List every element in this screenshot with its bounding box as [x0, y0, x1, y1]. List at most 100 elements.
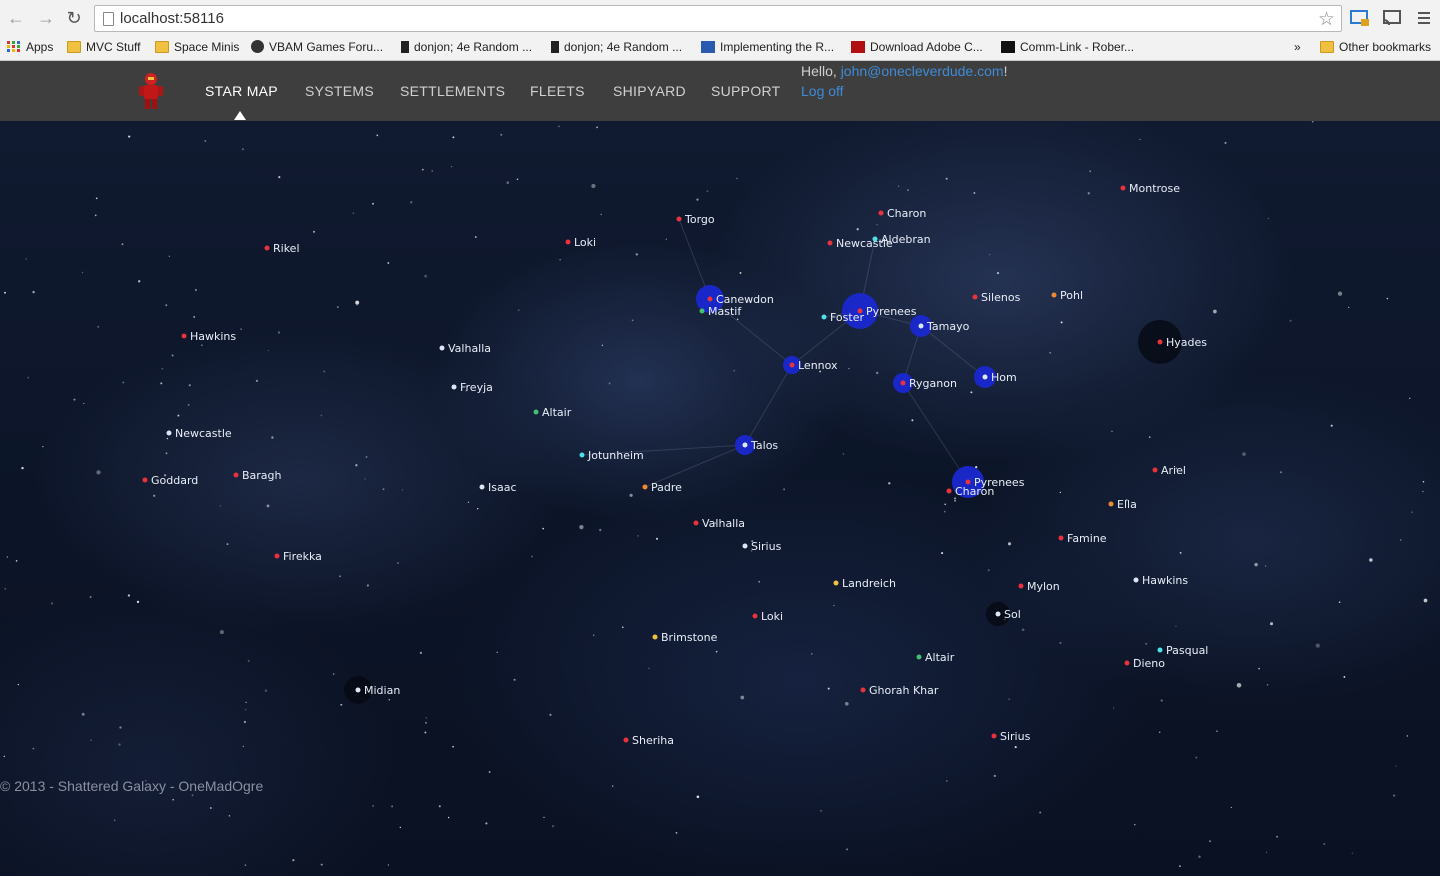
system-dot[interactable] [900, 380, 906, 386]
system-label[interactable]: Charon [887, 207, 926, 220]
system-dot[interactable] [1152, 467, 1158, 473]
system-dot[interactable] [916, 654, 922, 660]
star-system[interactable]: Sirius [991, 730, 1031, 743]
bookmark-vbam[interactable]: VBAM Games Foru... [251, 38, 383, 56]
system-label[interactable]: Hom [991, 371, 1017, 384]
system-dot[interactable] [693, 520, 699, 526]
system-label[interactable]: Hawkins [1142, 574, 1188, 587]
system-dot[interactable] [274, 553, 280, 559]
star-system[interactable]: Hawkins [1133, 574, 1189, 587]
system-dot[interactable] [1157, 339, 1163, 345]
star-system[interactable]: Valhalla [693, 517, 746, 530]
star-system[interactable]: Silenos [972, 291, 1021, 304]
logoff-link[interactable]: Log off [801, 83, 844, 99]
system-label[interactable]: Foster [830, 311, 864, 324]
bookmark-donjon-1[interactable]: donjon; 4e Random ... [401, 38, 532, 56]
system-dot[interactable] [264, 245, 270, 251]
system-dot[interactable] [752, 613, 758, 619]
system-dot[interactable] [821, 314, 827, 320]
star-system[interactable]: Firekka [274, 550, 322, 563]
system-dot[interactable] [878, 210, 884, 216]
system-dot[interactable] [623, 737, 629, 743]
system-label[interactable]: Goddard [151, 474, 198, 487]
star-system[interactable]: Jotunheim [579, 449, 644, 462]
system-dot[interactable] [1124, 660, 1130, 666]
system-dot[interactable] [1120, 185, 1126, 191]
nav-shipyard[interactable]: SHIPYARD [613, 83, 686, 99]
system-dot[interactable] [946, 488, 952, 494]
nav-systems[interactable]: SYSTEMS [305, 83, 374, 99]
bookmark-donjon-2[interactable]: donjon; 4e Random ... [551, 38, 682, 56]
system-label[interactable]: Firekka [283, 550, 322, 563]
system-dot[interactable] [1051, 292, 1057, 298]
star-system[interactable]: Foster [821, 311, 865, 324]
system-dot[interactable] [742, 442, 748, 448]
star-system[interactable]: Goddard [142, 474, 199, 487]
star-system[interactable]: Ella [1108, 498, 1137, 511]
nav-fleets[interactable]: FLEETS [530, 83, 585, 99]
star-system[interactable]: Sirius [742, 540, 782, 553]
system-label[interactable]: Padre [651, 481, 682, 494]
system-dot[interactable] [699, 308, 705, 314]
star-system[interactable]: Loki [752, 610, 784, 623]
system-label[interactable]: Montrose [1129, 182, 1180, 195]
nav-settlements[interactable]: SETTLEMENTS [400, 83, 505, 99]
system-label[interactable]: Ariel [1161, 464, 1186, 477]
star-system[interactable]: Sheriha [623, 734, 675, 747]
back-icon[interactable]: ← [6, 8, 26, 28]
system-label[interactable]: Baragh [242, 469, 282, 482]
system-label[interactable]: Pyrenees [866, 305, 917, 318]
system-dot[interactable] [1157, 647, 1163, 653]
system-dot[interactable] [707, 296, 713, 302]
address-bar[interactable]: localhost:58116 ☆ [94, 5, 1342, 32]
system-label[interactable]: Altair [925, 651, 955, 664]
system-label[interactable]: Midian [364, 684, 400, 697]
system-label[interactable]: Silenos [981, 291, 1021, 304]
system-dot[interactable] [918, 323, 924, 329]
bookmark-space-minis[interactable]: Space Minis [155, 38, 239, 56]
system-dot[interactable] [995, 611, 1001, 617]
system-dot[interactable] [1058, 535, 1064, 541]
system-label[interactable]: Ghorah Khar [869, 684, 939, 697]
bookmark-mvc-stuff[interactable]: MVC Stuff [67, 38, 140, 56]
system-label[interactable]: Hyades [1166, 336, 1207, 349]
system-dot[interactable] [355, 687, 361, 693]
bookmark-star-icon[interactable]: ☆ [1318, 8, 1335, 31]
star-system[interactable]: Landreich [833, 577, 896, 590]
system-label[interactable]: Valhalla [448, 342, 491, 355]
star-system[interactable]: Brimstone [652, 631, 718, 644]
system-dot[interactable] [142, 477, 148, 483]
system-label[interactable]: Lennox [798, 359, 838, 372]
bookmark-comm-link[interactable]: Comm-Link - Rober... [1001, 38, 1134, 56]
star-system[interactable]: Freyja [451, 381, 493, 394]
system-dot[interactable] [833, 580, 839, 586]
nav-star-map[interactable]: STAR MAP [205, 83, 278, 99]
bookmark-adobe[interactable]: Download Adobe C... [851, 38, 983, 56]
system-dot[interactable] [579, 452, 585, 458]
system-dot[interactable] [742, 543, 748, 549]
star-system[interactable]: Altair [533, 406, 572, 419]
screen-capture-icon[interactable] [1349, 8, 1371, 28]
star-system[interactable]: Valhalla [439, 342, 492, 355]
system-label[interactable]: Loki [761, 610, 783, 623]
star-system[interactable]: Montrose [1120, 182, 1181, 195]
system-label[interactable]: Mastif [708, 305, 742, 318]
star-system[interactable]: Charon [878, 207, 927, 220]
system-dot[interactable] [676, 216, 682, 222]
star-system[interactable]: Padre [642, 481, 683, 494]
system-dot[interactable] [827, 240, 833, 246]
system-label[interactable]: Valhalla [702, 517, 745, 530]
system-dot[interactable] [439, 345, 445, 351]
system-label[interactable]: Sheriha [632, 734, 674, 747]
system-label[interactable]: Sirius [751, 540, 782, 553]
star-system[interactable]: Loki [565, 236, 597, 249]
user-email-link[interactable]: john@onecleverdude.com [841, 63, 1004, 79]
system-label[interactable]: Ryganon [909, 377, 957, 390]
system-label[interactable]: Torgo [684, 213, 715, 226]
star-system[interactable]: Tamayo [918, 320, 970, 333]
star-system[interactable]: Ryganon [900, 377, 957, 390]
system-dot[interactable] [233, 472, 239, 478]
star-map-canvas[interactable]: Montrose Charon Torgo Rikel Loki Newcastle Ald… [0, 121, 1440, 876]
system-dot[interactable] [652, 634, 658, 640]
system-dot[interactable] [1133, 577, 1139, 583]
